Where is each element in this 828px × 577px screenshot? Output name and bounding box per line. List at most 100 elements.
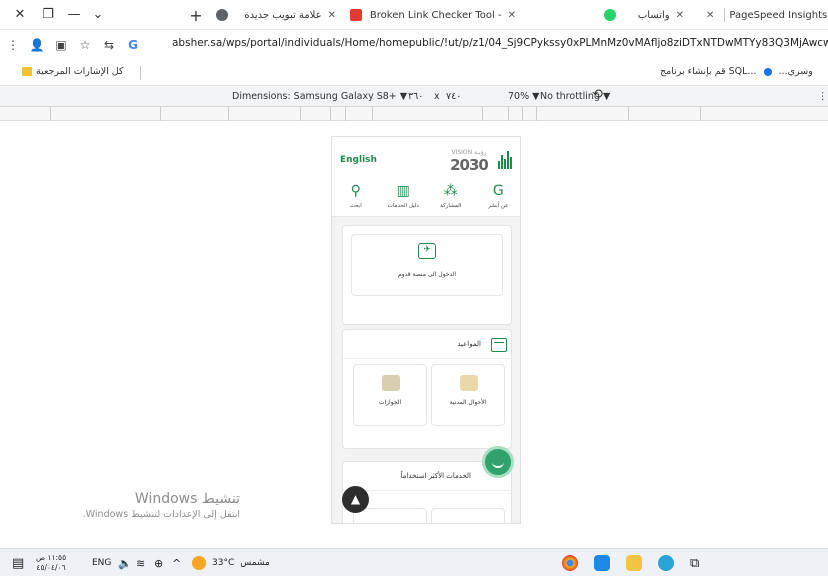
clock[interactable]: ١١:٥٥ ص ٤٥/٠٤/٠٦ bbox=[36, 549, 66, 577]
book-icon: ▥ bbox=[396, 183, 410, 199]
bookmark-sql[interactable]: وسري... ...SQL قم بإنشاء برنامج bbox=[660, 66, 813, 77]
scroll-top-button[interactable]: ▲ bbox=[342, 486, 369, 513]
url-field[interactable]: absher.sa/wps/portal/individuals/Home/ho… bbox=[172, 37, 828, 49]
site-nav: ⚲ ابحث ▥ دليل الخدمات ⁂ المشاركة G عن أب… bbox=[332, 181, 520, 217]
nav-label: عن أبشر bbox=[488, 203, 509, 209]
bookmark-prefix: وسري... bbox=[778, 66, 813, 77]
tab-broken-link-checker[interactable]: ✕ Broken Link Checker Tool - bbox=[346, 0, 522, 30]
watermark-title: تنشيط Windows bbox=[134, 491, 240, 507]
restore-window-button[interactable]: ❐ bbox=[34, 0, 62, 30]
nav-label: المشاركة bbox=[440, 203, 462, 209]
calendar-icon bbox=[491, 338, 507, 352]
windows-activation-watermark: تنشيط Windows انتقل إلى الإعدادات لتنشيط… bbox=[62, 491, 240, 520]
nav-label: ابحث bbox=[349, 203, 362, 209]
emulated-viewport: English VISION رؤيـة 2030 ⚲ ابحث ▥ دليل … bbox=[0, 121, 828, 539]
vision-year: 2030 bbox=[450, 156, 489, 174]
nav-participation[interactable]: ⁂ المشاركة bbox=[429, 181, 473, 216]
most-used-tile[interactable] bbox=[431, 508, 505, 523]
passports-icon bbox=[382, 375, 400, 391]
bookmark-folder-label: كل الإشارات المرجعية bbox=[36, 66, 124, 77]
most-used-tile[interactable] bbox=[353, 508, 427, 523]
tab-new-tab[interactable]: ✕ علامة تبويب جديدة bbox=[212, 0, 342, 30]
time-label: ١١:٥٥ ص bbox=[36, 553, 67, 562]
width-input[interactable]: ٣٦٠ bbox=[408, 91, 423, 102]
chrome-icon bbox=[216, 9, 228, 21]
all-bookmarks-folder[interactable]: كل الإشارات المرجعية bbox=[22, 66, 124, 77]
vision-2030-logo: VISION رؤيـة 2030 bbox=[450, 149, 489, 175]
chevron-up-icon[interactable]: ^ bbox=[172, 549, 181, 577]
most-used-title: الخدمات الأكثر استخداماً bbox=[400, 472, 471, 480]
about-icon: G bbox=[492, 183, 504, 199]
english-link[interactable]: English bbox=[340, 155, 377, 165]
star-icon[interactable]: ☆ bbox=[74, 34, 96, 56]
tab-pagespeed[interactable]: ✕ PageSpeed Insights bbox=[700, 0, 828, 30]
zoom-select[interactable]: 70% ▼ bbox=[508, 91, 539, 102]
divider bbox=[140, 66, 141, 80]
file-explorer-icon[interactable] bbox=[626, 555, 642, 571]
watermark-subtitle: انتقل إلى الإعدادات لتنشيط Windows. bbox=[82, 509, 240, 520]
tile-label: الجوازات bbox=[378, 399, 402, 406]
nav-search[interactable]: ⚲ ابحث bbox=[334, 181, 378, 216]
tab-whatsapp[interactable]: ✕ واتساب bbox=[600, 0, 690, 30]
close-window-button[interactable]: ✕ bbox=[6, 0, 34, 30]
dimensions-select[interactable]: Dimensions: Samsung Galaxy S8+ ▼ bbox=[232, 91, 407, 102]
mail-app-icon[interactable] bbox=[594, 555, 610, 571]
nav-services-guide[interactable]: ▥ دليل الخدمات bbox=[381, 181, 425, 216]
login-label: الدخول الى منصة قدوم bbox=[397, 271, 457, 278]
tab-strip: ✕ ❐ — ⌄ + ✕ علامة تبويب جديدة ✕ Broken L… bbox=[0, 0, 828, 30]
tab-title: PageSpeed Insights bbox=[729, 9, 828, 21]
edge-app-icon[interactable] bbox=[658, 555, 674, 571]
sun-icon bbox=[192, 556, 206, 570]
bookmarks-bar: كل الإشارات المرجعية وسري... ...SQL قم ب… bbox=[0, 60, 828, 86]
chrome-app-icon[interactable] bbox=[562, 555, 578, 571]
weather-desc: مشمس bbox=[240, 558, 270, 568]
bookmark-label: ...SQL قم بإنشاء برنامج bbox=[660, 66, 757, 77]
sidebar-icon[interactable]: ▣ bbox=[50, 34, 72, 56]
whatsapp-icon bbox=[604, 9, 616, 21]
language-indicator[interactable]: ENG bbox=[92, 549, 111, 577]
device-toolbar: Dimensions: Samsung Galaxy S8+ ▼ ٣٦٠ x ٧… bbox=[0, 87, 828, 107]
appointments-title: المواعيد bbox=[457, 340, 481, 348]
tile-label: الأحوال المدنية bbox=[449, 399, 487, 406]
close-icon[interactable]: ✕ bbox=[706, 10, 714, 21]
people-icon: ⁂ bbox=[443, 183, 458, 199]
weather-widget[interactable]: 33°C مشمس bbox=[192, 549, 270, 577]
civil-affairs-icon bbox=[460, 375, 478, 391]
height-input[interactable]: ٧٤٠ bbox=[446, 91, 461, 102]
translate-icon[interactable]: ⇆ bbox=[98, 34, 120, 56]
close-icon[interactable]: ✕ bbox=[328, 10, 336, 21]
rotate-icon[interactable]: ⟲ bbox=[592, 87, 603, 102]
close-icon[interactable]: ✕ bbox=[508, 10, 516, 21]
media-query-ruler bbox=[0, 107, 828, 121]
chatbot-button[interactable] bbox=[482, 446, 514, 478]
new-tab-button[interactable]: + bbox=[186, 6, 206, 25]
profile-icon[interactable]: 👤 bbox=[26, 34, 48, 56]
absher-logo-icon bbox=[498, 151, 512, 169]
close-icon[interactable]: ✕ bbox=[676, 10, 684, 21]
appointment-passports[interactable]: الجوازات bbox=[353, 364, 427, 426]
more-options-button[interactable]: ⋮ bbox=[818, 91, 828, 102]
network-icon[interactable]: ⊕ bbox=[154, 549, 163, 577]
bookmark-favicon-icon bbox=[763, 67, 772, 76]
vision-label: VISION رؤيـة bbox=[451, 149, 487, 156]
volume-icon[interactable]: 🔈 bbox=[118, 549, 132, 577]
nav-about[interactable]: G عن أبشر bbox=[476, 181, 520, 216]
tab-search-button[interactable]: ⌄ bbox=[84, 0, 112, 30]
dic-icon bbox=[350, 9, 362, 21]
more-icon[interactable]: ⋮ bbox=[2, 34, 24, 56]
task-view-icon[interactable]: ⧉ bbox=[690, 556, 699, 571]
nav-label: دليل الخدمات bbox=[387, 203, 419, 209]
weather-temp: 33°C bbox=[212, 558, 235, 568]
address-bar-row: ⋮ 👤 ▣ ☆ ⇆ G absher.sa/wps/portal/individ… bbox=[0, 30, 828, 60]
appointment-civil-affairs[interactable]: الأحوال المدنية bbox=[431, 364, 505, 426]
google-icon[interactable]: G bbox=[122, 34, 144, 56]
qudoom-login-tile[interactable]: ✈ الدخول الى منصة قدوم bbox=[351, 234, 503, 296]
notifications-icon[interactable]: ▤ bbox=[12, 549, 24, 577]
times-label: x bbox=[434, 91, 440, 102]
site-header: English VISION رؤيـة 2030 bbox=[332, 137, 520, 181]
tab-title: واتساب bbox=[637, 9, 670, 21]
wifi-icon[interactable]: ≋ bbox=[136, 549, 145, 577]
appointments-section: المواعيد الأحوال المدنية الجوازات bbox=[342, 329, 513, 449]
airplane-icon: ✈ bbox=[418, 243, 436, 259]
search-icon: ⚲ bbox=[350, 183, 361, 199]
